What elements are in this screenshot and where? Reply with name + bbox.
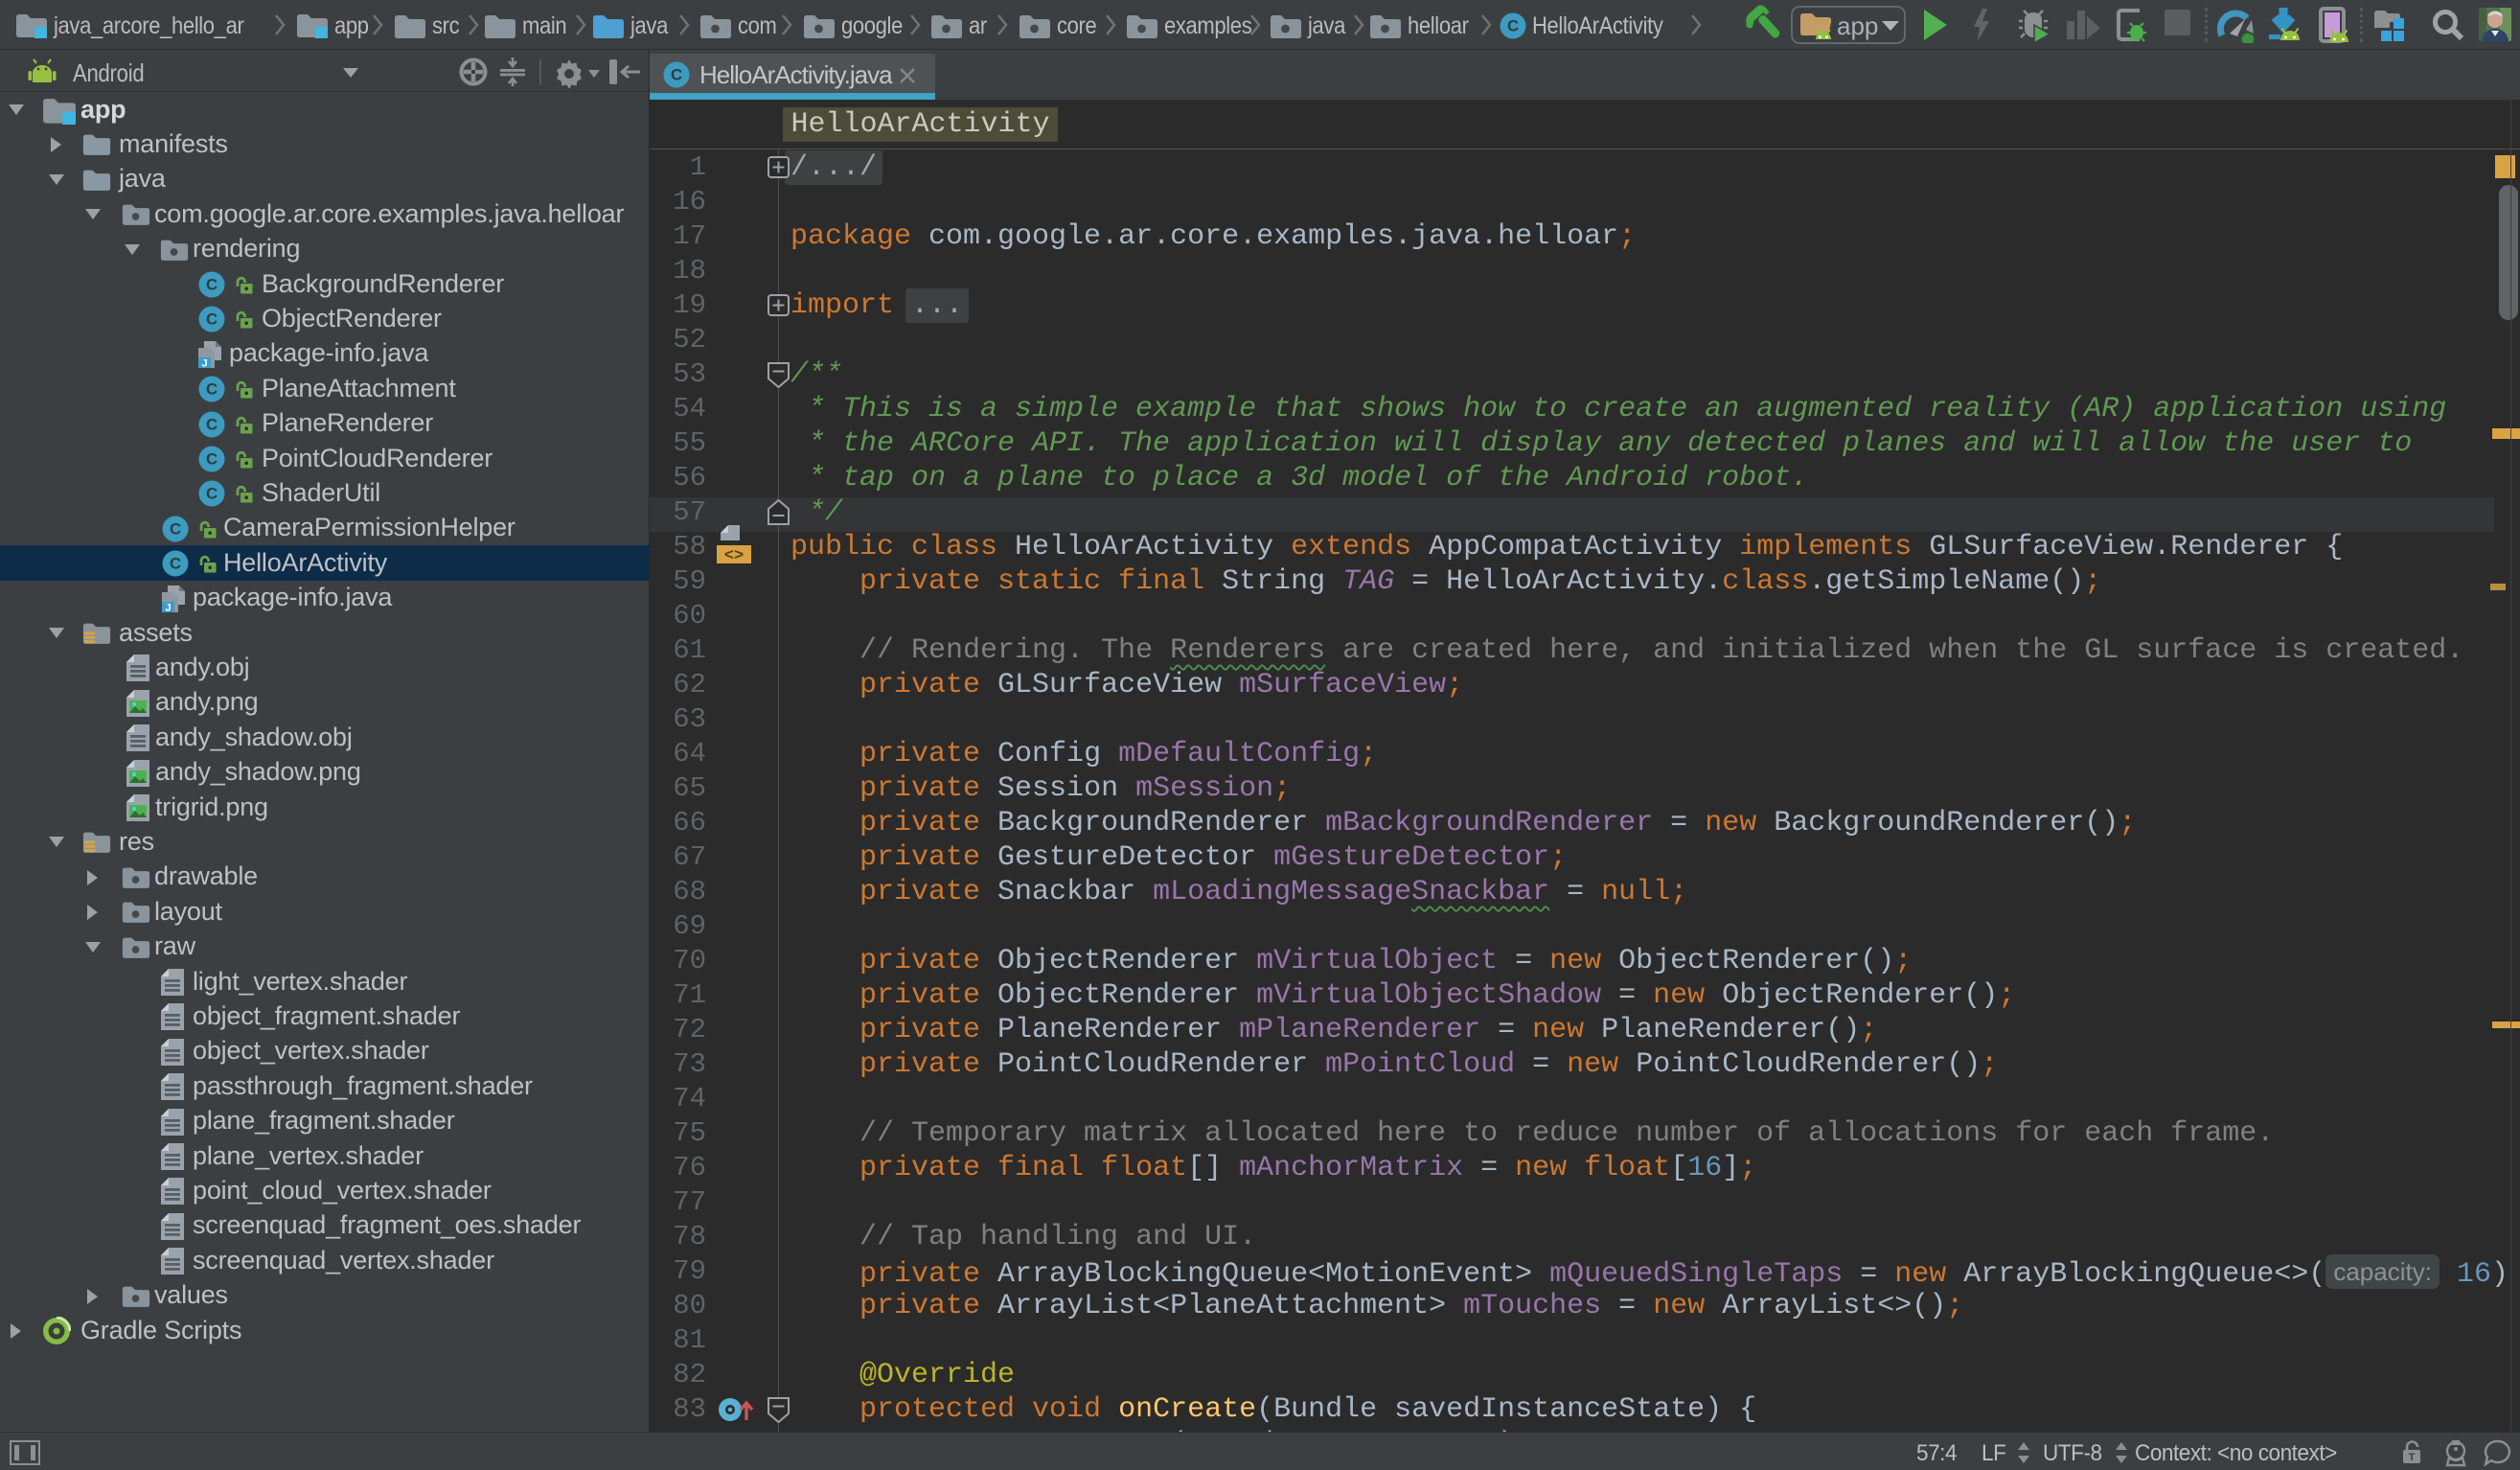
svg-text:C: C	[206, 380, 218, 399]
svg-text:C: C	[671, 66, 682, 84]
svg-text:C: C	[206, 310, 218, 329]
svg-text:J: J	[201, 357, 207, 369]
svg-text:C: C	[206, 415, 218, 433]
svg-text:T: T	[2409, 1452, 2416, 1463]
svg-text:C: C	[1507, 17, 1519, 35]
svg-text:C: C	[206, 485, 218, 503]
svg-text:C: C	[206, 276, 218, 294]
svg-text:C: C	[206, 450, 218, 469]
svg-text:J: J	[165, 602, 171, 613]
svg-text:C: C	[170, 555, 181, 573]
svg-text:C: C	[170, 519, 181, 538]
svg-text:<>: <>	[724, 547, 744, 564]
